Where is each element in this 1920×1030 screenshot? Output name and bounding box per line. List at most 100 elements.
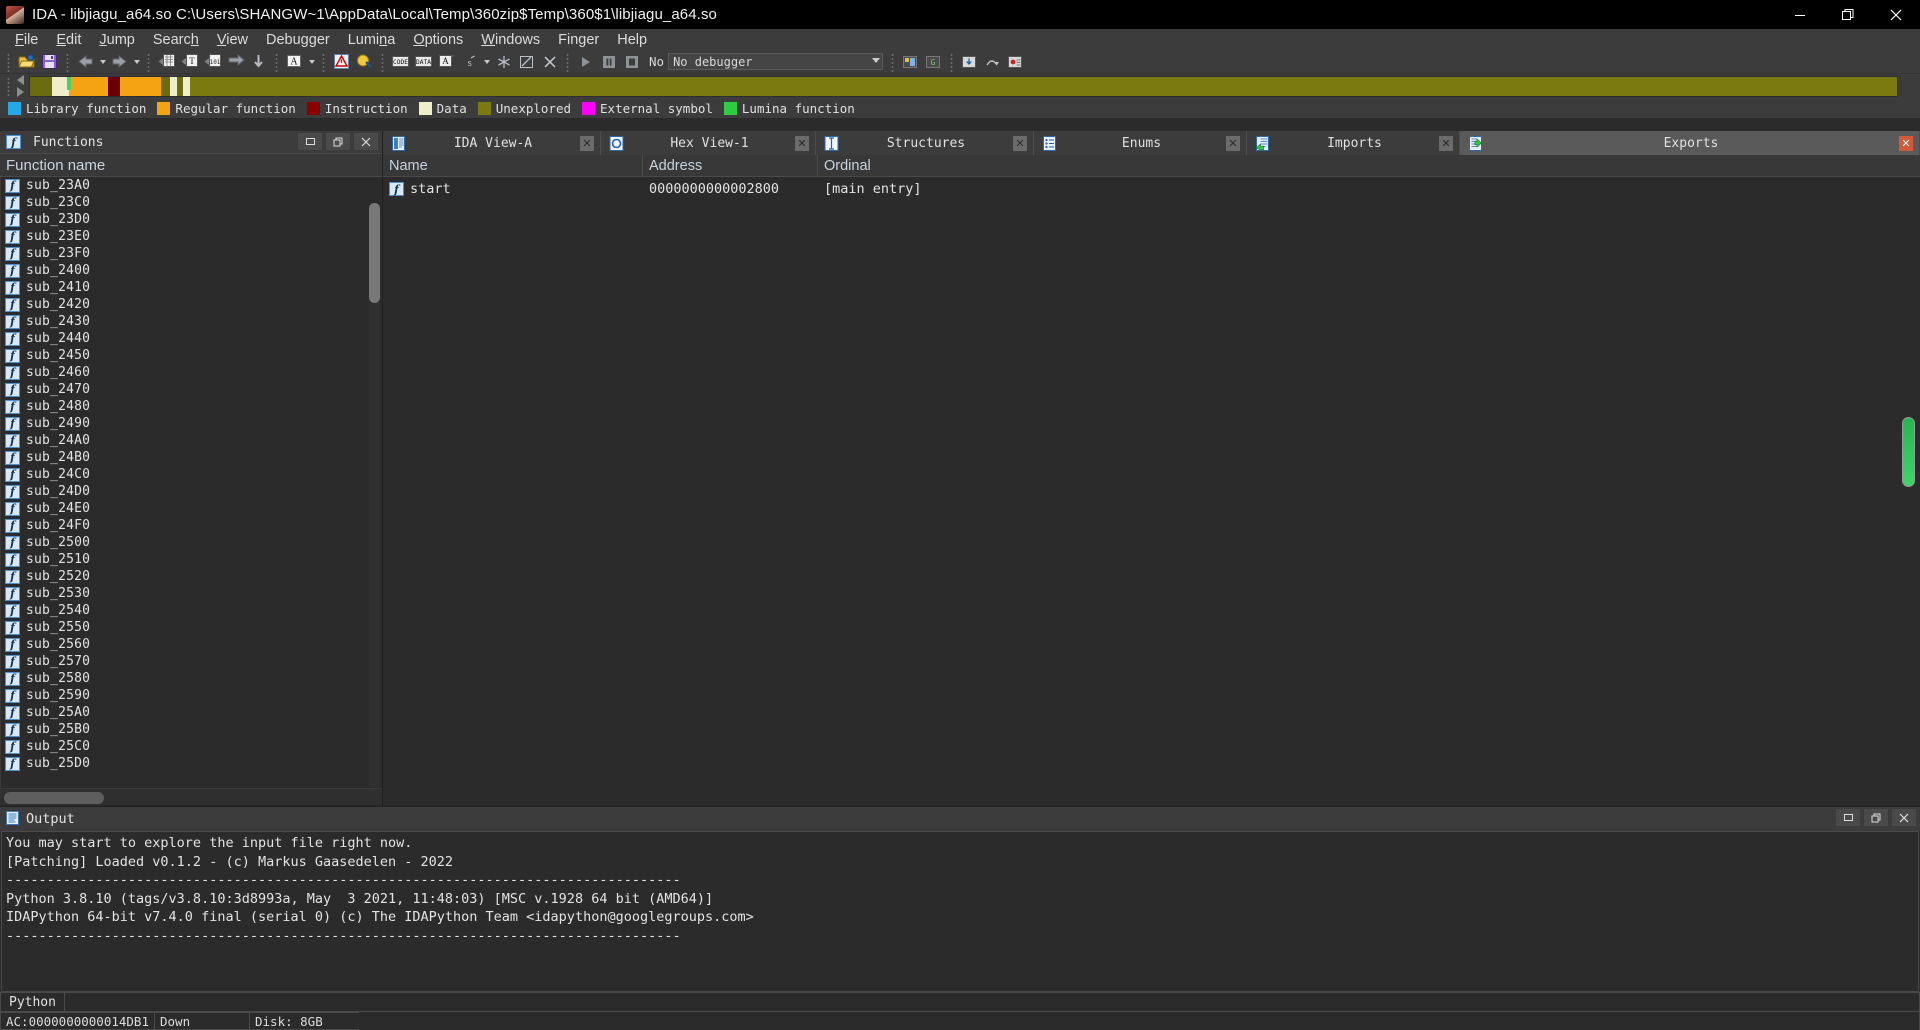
make-data-icon[interactable]: DATA	[413, 52, 434, 72]
open-file-icon[interactable]	[16, 52, 37, 72]
function-list-item[interactable]: f sub_25A0	[1, 704, 382, 721]
undefine-icon[interactable]	[516, 52, 537, 72]
tab-imports[interactable]: Imports ✕	[1247, 131, 1460, 155]
text-search-dropdown-icon[interactable]	[306, 52, 317, 72]
window-close-button[interactable]	[1872, 0, 1920, 29]
debug-options-icon[interactable]	[900, 52, 921, 72]
jump-entry-icon[interactable]	[248, 52, 269, 72]
tab-close-icon[interactable]: ✕	[795, 135, 809, 151]
column-header-ordinal[interactable]: Ordinal	[818, 155, 1920, 176]
save-icon[interactable]	[39, 52, 60, 72]
function-list-item[interactable]: f sub_23F0	[1, 245, 382, 262]
function-list-item[interactable]: f sub_2520	[1, 568, 382, 585]
menu-item-search[interactable]: Search	[144, 31, 208, 49]
function-list-item[interactable]: f sub_2440	[1, 330, 382, 347]
step-over-icon[interactable]	[982, 52, 1003, 72]
functions-list[interactable]: f sub_23A0 f sub_23C0 f sub_23D0 f sub_23E0 f sub…	[0, 177, 382, 788]
function-list-item[interactable]: f sub_2570	[1, 653, 382, 670]
function-list-item[interactable]: f sub_25B0	[1, 721, 382, 738]
function-list-item[interactable]: f sub_2480	[1, 398, 382, 415]
make-code-icon[interactable]: CODE	[390, 52, 411, 72]
make-struct-icon[interactable]: s	[459, 52, 480, 72]
output-log[interactable]: You may start to explore the input file …	[1, 831, 1919, 992]
function-list-item[interactable]: f sub_2490	[1, 415, 382, 432]
menu-item-edit[interactable]: Edit	[47, 31, 90, 49]
output-restore-button[interactable]	[1836, 809, 1860, 826]
lumina-icon[interactable]	[354, 52, 375, 72]
function-list-item[interactable]: f sub_24B0	[1, 449, 382, 466]
window-minimize-button[interactable]	[1776, 0, 1824, 29]
navigate-forward-icon[interactable]	[109, 52, 130, 72]
tab-ida-view-a[interactable]: IDA View-A ✕	[383, 131, 601, 155]
navband-zoom-in-icon[interactable]	[17, 87, 24, 97]
tab-exports[interactable]: Exports ✕	[1460, 131, 1920, 155]
function-list-item[interactable]: f sub_2510	[1, 551, 382, 568]
tab-close-icon[interactable]: ✕	[1226, 135, 1240, 151]
menu-item-options[interactable]: Options	[404, 31, 472, 49]
output-maximize-button[interactable]	[1864, 809, 1888, 826]
python-input[interactable]	[64, 992, 1920, 1012]
function-list-item[interactable]: f sub_24E0	[1, 500, 382, 517]
menu-item-debugger[interactable]: Debugger	[257, 31, 339, 49]
breakpoint-list-icon[interactable]	[1005, 52, 1026, 72]
tab-close-icon[interactable]: ✕	[1439, 135, 1453, 151]
column-header-address[interactable]: Address	[643, 155, 818, 176]
menu-item-file[interactable]: File	[6, 31, 47, 49]
toolbar-grip-9[interactable]	[948, 51, 956, 72]
alert-icon[interactable]	[331, 52, 352, 72]
function-list-item[interactable]: f sub_23D0	[1, 211, 382, 228]
menu-item-lumina[interactable]: Lumina	[339, 31, 405, 49]
navband-zoom-out-icon[interactable]	[17, 75, 24, 85]
function-list-item[interactable]: f sub_2460	[1, 364, 382, 381]
jump-xref-icon[interactable]	[225, 52, 246, 72]
exports-vertical-scrollbar[interactable]	[1902, 417, 1915, 487]
tab-enums[interactable]: Enums ✕	[1034, 131, 1247, 155]
toolbar-grip-6[interactable]	[379, 51, 386, 72]
column-header-name[interactable]: Name	[383, 155, 643, 176]
tab-close-icon[interactable]: ✕	[1013, 135, 1027, 151]
toolbar-grip[interactable]	[5, 51, 12, 72]
functions-vertical-scrollbar[interactable]	[369, 203, 380, 788]
function-list-item[interactable]: f sub_25C0	[1, 738, 382, 755]
navigation-band[interactable]	[29, 75, 1898, 97]
step-into-icon[interactable]	[959, 52, 980, 72]
function-list-item[interactable]: f sub_24A0	[1, 432, 382, 449]
navigate-back-icon[interactable]	[75, 52, 96, 72]
menu-item-windows[interactable]: Windows	[472, 31, 549, 49]
exports-table-body[interactable]: f start 0000000000002800 [main entry]	[383, 177, 1920, 805]
pause-icon[interactable]	[598, 52, 619, 72]
scrollbar-thumb[interactable]	[369, 203, 380, 303]
debugger-select[interactable]: No debugger	[668, 53, 884, 70]
make-struct-dropdown-icon[interactable]	[481, 52, 492, 72]
toolbar-grip-3[interactable]	[145, 51, 152, 72]
function-list-item[interactable]: f sub_2580	[1, 670, 382, 687]
tab-structures[interactable]: Structures ✕	[816, 131, 1034, 155]
debug-windows-icon[interactable]: G	[923, 52, 944, 72]
menu-item-view[interactable]: View	[208, 31, 257, 49]
run-icon[interactable]	[575, 52, 596, 72]
menu-item-help[interactable]: Help	[608, 31, 656, 49]
navband-zoom-controls[interactable]	[15, 75, 29, 97]
tab-hex-view-1[interactable]: Hex View-1 ✕	[601, 131, 816, 155]
function-list-item[interactable]: f sub_2500	[1, 534, 382, 551]
menu-item-finger[interactable]: Finger	[549, 31, 608, 49]
tab-close-icon[interactable]: ✕	[580, 135, 594, 151]
function-list-item[interactable]: f sub_2470	[1, 381, 382, 398]
function-list-item[interactable]: f sub_2590	[1, 687, 382, 704]
navband-grip[interactable]	[5, 76, 12, 96]
make-array-icon[interactable]	[493, 52, 514, 72]
function-list-item[interactable]: f sub_2400	[1, 262, 382, 279]
function-list-item[interactable]: f sub_2560	[1, 636, 382, 653]
jump-to-address-icon[interactable]	[156, 52, 177, 72]
delete-function-icon[interactable]	[539, 52, 560, 72]
functions-panel-restore-button[interactable]	[298, 133, 322, 150]
stop-icon[interactable]	[621, 52, 642, 72]
functions-horizontal-scrollbar[interactable]	[0, 788, 382, 805]
toolbar-grip-5[interactable]	[320, 51, 327, 72]
toolbar-grip-2[interactable]	[64, 51, 71, 72]
function-list-item[interactable]: f sub_24D0	[1, 483, 382, 500]
function-list-item[interactable]: f sub_24C0	[1, 466, 382, 483]
functions-panel-close-button[interactable]	[354, 133, 378, 150]
navigate-back-dropdown-icon[interactable]	[97, 52, 108, 72]
table-row[interactable]: f start 0000000000002800 [main entry]	[383, 177, 1920, 201]
